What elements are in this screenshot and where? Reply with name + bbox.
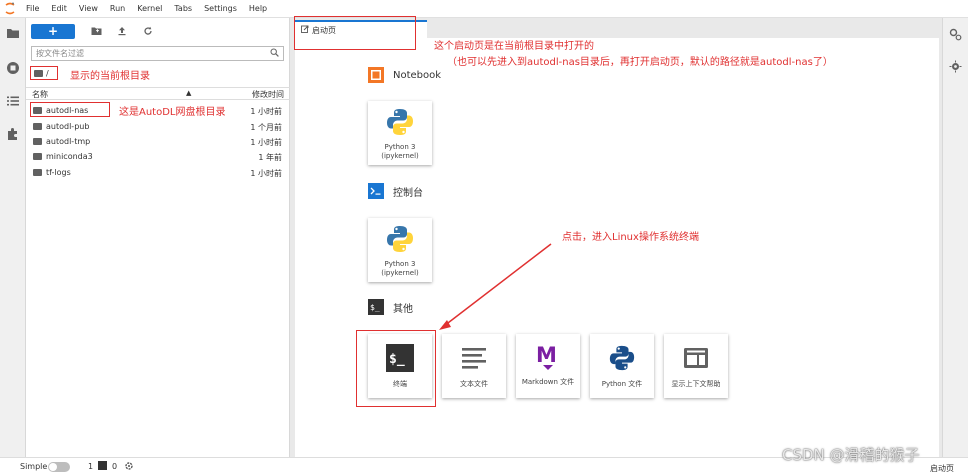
watermark: CSDN @滑稽的猴子 <box>782 446 920 464</box>
annotation-arrow <box>439 243 552 330</box>
